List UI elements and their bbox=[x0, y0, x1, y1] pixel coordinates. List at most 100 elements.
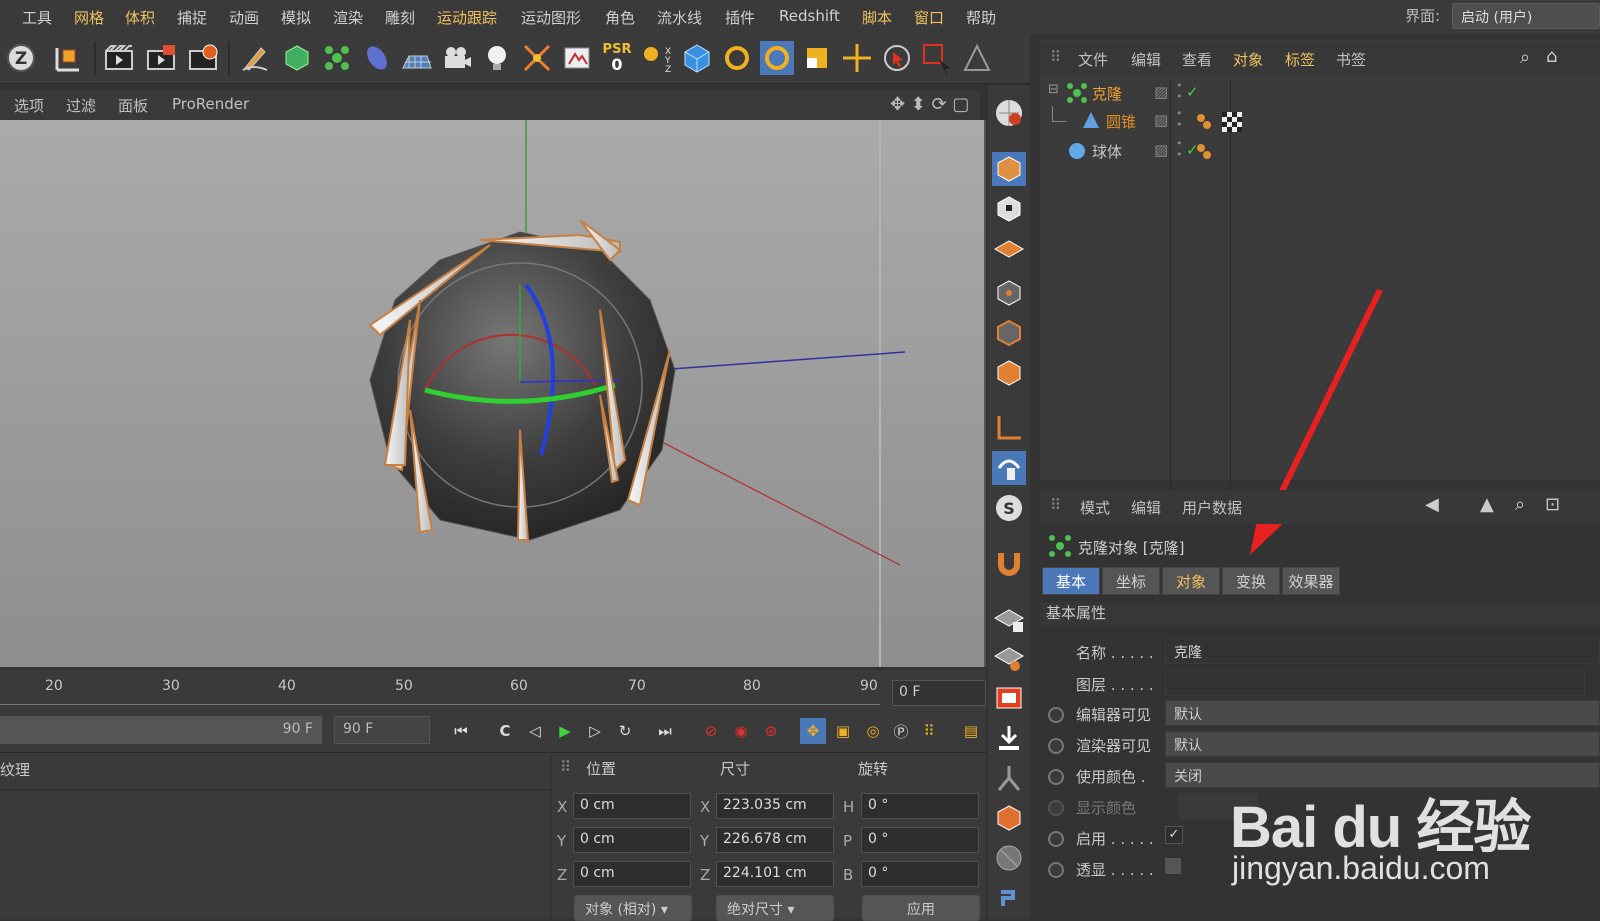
size-x-field[interactable]: 223.035 cm bbox=[716, 793, 834, 819]
key-rotation-icon[interactable]: ◎ bbox=[860, 718, 886, 744]
tag-icon[interactable] bbox=[560, 41, 594, 75]
position-x-field[interactable]: 0 cm bbox=[573, 793, 691, 819]
tab-basic[interactable]: 基本 bbox=[1042, 567, 1100, 595]
prev-frame-icon[interactable]: ◁ bbox=[522, 718, 548, 744]
radio-editor-visible[interactable] bbox=[1048, 707, 1064, 723]
texture-mode-icon[interactable] bbox=[992, 192, 1026, 226]
om-home-icon[interactable]: ⌂ bbox=[1546, 46, 1557, 67]
size-z-field[interactable]: 224.101 cm bbox=[716, 861, 834, 887]
am-menu-edit[interactable]: 编辑 bbox=[1131, 497, 1161, 518]
live-select-icon[interactable] bbox=[960, 41, 994, 75]
visibility-dots-icon[interactable]: • • bbox=[1176, 108, 1183, 130]
om-menu-objects[interactable]: 对象 bbox=[1233, 49, 1263, 70]
download-icon[interactable] bbox=[992, 721, 1026, 755]
layer-icon[interactable]: ▨ bbox=[1154, 111, 1168, 129]
menu-snap[interactable]: 捕捉 bbox=[177, 7, 207, 28]
back-arrow-icon[interactable]: ◀ bbox=[1425, 494, 1439, 515]
scale-icon[interactable] bbox=[800, 41, 834, 75]
render-view-icon[interactable] bbox=[102, 41, 136, 75]
layer-icon[interactable]: ▨ bbox=[1154, 83, 1168, 101]
view-cube-icon[interactable] bbox=[680, 41, 714, 75]
frame-range-bar[interactable]: 90 F bbox=[0, 716, 322, 744]
om-menu-bookmarks[interactable]: 书签 bbox=[1336, 49, 1366, 70]
menu-redshift[interactable]: Redshift bbox=[779, 7, 840, 25]
editor-visible-select[interactable]: 默认 bbox=[1165, 700, 1600, 726]
xyz-icon[interactable]: XYZ bbox=[640, 41, 674, 75]
drag-handle-icon[interactable]: ⠿ bbox=[1050, 48, 1061, 66]
menu-mograph[interactable]: 运动图形 bbox=[521, 7, 581, 28]
menu-plugins[interactable]: 插件 bbox=[725, 7, 755, 28]
position-y-field[interactable]: 0 cm bbox=[573, 827, 691, 853]
points-mode-icon[interactable] bbox=[992, 276, 1026, 310]
om-menu-file[interactable]: 文件 bbox=[1078, 49, 1108, 70]
radio-render-visible[interactable] bbox=[1048, 738, 1064, 754]
radio-display-color[interactable] bbox=[1048, 800, 1064, 816]
up-arrow-icon[interactable]: ▲ bbox=[1480, 494, 1494, 515]
size-y-field[interactable]: 226.678 cm bbox=[716, 827, 834, 853]
om-menu-edit[interactable]: 编辑 bbox=[1131, 49, 1161, 70]
psr-icon[interactable]: PSR 0 bbox=[600, 41, 634, 75]
om-search-icon[interactable]: ⌕ bbox=[1520, 47, 1530, 68]
tree-item-cone[interactable]: 圆锥 ▨ • • bbox=[1040, 106, 1600, 136]
tweak-mode-icon[interactable] bbox=[992, 451, 1026, 485]
radio-enabled[interactable] bbox=[1048, 831, 1064, 847]
polygons-mode-icon[interactable] bbox=[992, 356, 1026, 390]
coordinate-system-icon[interactable] bbox=[50, 41, 84, 75]
model-mode-icon[interactable] bbox=[992, 152, 1026, 186]
goto-start-icon[interactable]: ⏮ bbox=[448, 718, 474, 744]
menu-animate[interactable]: 动画 bbox=[229, 7, 259, 28]
enabled-check-icon[interactable]: ✓ bbox=[1186, 83, 1199, 101]
tab-object[interactable]: 对象 bbox=[1162, 567, 1220, 595]
radio-xray[interactable] bbox=[1048, 862, 1064, 878]
autokey-icon[interactable]: ◉ bbox=[728, 718, 754, 744]
am-menu-mode[interactable]: 模式 bbox=[1080, 497, 1110, 518]
layer-icon[interactable]: ▨ bbox=[1154, 141, 1168, 159]
visibility-dots-icon[interactable]: • • bbox=[1176, 80, 1183, 102]
rotation-b-field[interactable]: 0 ° bbox=[861, 861, 979, 887]
enabled-checkbox[interactable]: ✓ bbox=[1165, 826, 1183, 844]
menu-pipeline[interactable]: 流水线 bbox=[657, 7, 702, 28]
cube-generator-icon[interactable] bbox=[280, 41, 314, 75]
end-frame-field[interactable]: 90 F bbox=[334, 716, 430, 744]
next-frame-icon[interactable]: ▷ bbox=[582, 718, 608, 744]
axis-mode-icon[interactable] bbox=[992, 411, 1026, 445]
om-menu-view[interactable]: 查看 bbox=[1182, 49, 1212, 70]
axis-z-icon[interactable]: Z bbox=[4, 41, 38, 75]
lock-icon[interactable]: ⊡ bbox=[1545, 494, 1560, 515]
rect-select-icon[interactable] bbox=[920, 41, 954, 75]
menu-help[interactable]: 帮助 bbox=[966, 7, 996, 28]
pen-icon[interactable] bbox=[238, 41, 272, 75]
tree-item-sphere[interactable]: 球体 ▨ • • ✓ bbox=[1040, 138, 1600, 166]
tree-item-cloner[interactable]: ⊟ 克隆 ▨ • • ✓ bbox=[1040, 80, 1600, 108]
render-visible-select[interactable]: 默认 bbox=[1165, 731, 1600, 757]
key-position-icon[interactable]: ✥ bbox=[800, 718, 826, 744]
menu-window[interactable]: 窗口 bbox=[914, 7, 944, 28]
xray-checkbox[interactable] bbox=[1165, 858, 1181, 874]
key-param-icon[interactable]: Ⓟ bbox=[888, 718, 914, 744]
viewport-nav-icons[interactable]: ✥ ⬍ ⟳ ▢ bbox=[890, 94, 969, 115]
position-z-field[interactable]: 0 cm bbox=[573, 861, 691, 887]
light-icon[interactable] bbox=[480, 41, 514, 75]
sphere-grey-icon[interactable] bbox=[992, 841, 1026, 875]
move-icon[interactable] bbox=[840, 41, 874, 75]
play-icon[interactable]: ▶ bbox=[552, 718, 578, 744]
checker-tag-icon[interactable] bbox=[1222, 112, 1242, 136]
render-picture-queue-icon[interactable] bbox=[144, 41, 178, 75]
deformer-icon[interactable] bbox=[360, 41, 394, 75]
current-frame-field[interactable]: 0 F bbox=[892, 680, 986, 706]
menu-simulate[interactable]: 模拟 bbox=[281, 7, 311, 28]
floor-icon[interactable] bbox=[400, 41, 434, 75]
om-menu-tags[interactable]: 标签 bbox=[1285, 49, 1315, 70]
name-field[interactable]: 克隆 bbox=[1165, 638, 1600, 664]
key-pla-icon[interactable]: ⠿ bbox=[916, 718, 942, 744]
material-tag-icon[interactable] bbox=[1195, 142, 1217, 168]
edges-mode-icon[interactable] bbox=[992, 316, 1026, 350]
ik-icon[interactable] bbox=[992, 761, 1026, 795]
apply-button[interactable]: 应用 bbox=[862, 895, 980, 921]
viewport-menu-prorender[interactable]: ProRender bbox=[172, 95, 249, 113]
render-settings-icon[interactable] bbox=[186, 41, 220, 75]
record-icon[interactable]: ⊘ bbox=[698, 718, 724, 744]
coordinate-mode-dropdown[interactable]: 对象 (相对) ▾ bbox=[574, 895, 692, 921]
camera-icon[interactable] bbox=[440, 41, 474, 75]
grid-lock-icon[interactable] bbox=[992, 601, 1026, 635]
